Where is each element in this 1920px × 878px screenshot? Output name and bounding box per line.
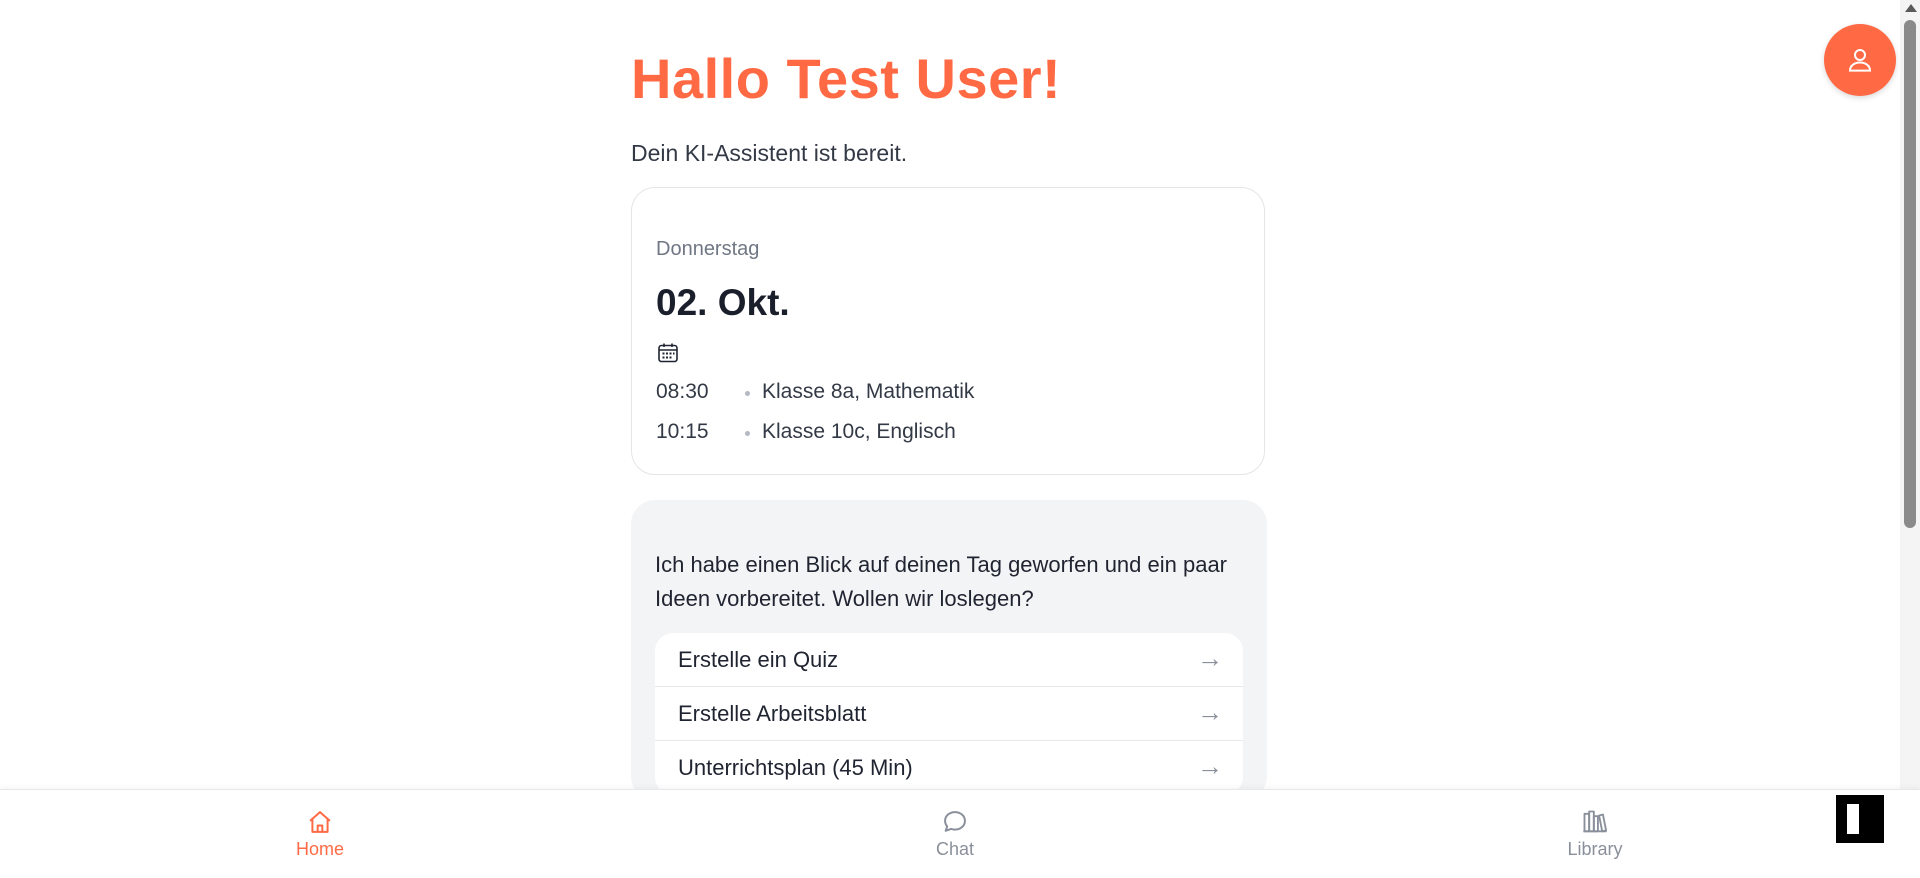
nav-home-label: Home xyxy=(295,839,344,859)
arrow-right-icon: → xyxy=(1197,697,1223,727)
day-overview-card: Donnerstag 02. Okt. 08:30 Klasse 8a, Mat… xyxy=(631,187,1265,475)
schedule-list: 08:30 Klasse 8a, Mathematik 10:15 Klasse… xyxy=(656,380,1236,460)
vertical-scrollbar[interactable] xyxy=(1900,0,1920,790)
action-label: Unterrichtsplan (45 Min) xyxy=(678,755,913,780)
nav-chat[interactable]: Chat xyxy=(895,808,1015,860)
action-create-quiz[interactable]: Erstelle ein Quiz → xyxy=(655,633,1243,687)
action-label: Erstelle ein Quiz xyxy=(678,647,839,672)
bullet-dot xyxy=(745,431,750,436)
home-screen: Hallo Test User! Dein KI-Assistent ist b… xyxy=(0,0,1920,878)
user-icon xyxy=(1848,49,1872,72)
schedule-item: 08:30 Klasse 8a, Mathematik xyxy=(656,380,1236,420)
arrow-right-icon: → xyxy=(1197,643,1223,673)
chat-bubble-icon xyxy=(944,811,966,832)
home-icon xyxy=(309,811,331,833)
greeting-title: Hallo Test User! xyxy=(631,47,1062,110)
date-label: 02. Okt. xyxy=(656,282,790,323)
action-label: Erstelle Arbeitsblatt xyxy=(678,701,867,726)
library-books-icon xyxy=(1583,810,1608,833)
schedule-class: Klasse 10c, Englisch xyxy=(762,420,956,443)
scroll-thumb[interactable] xyxy=(1904,20,1916,528)
schedule-time: 10:15 xyxy=(656,420,709,443)
arrow-right-icon: → xyxy=(1197,751,1223,781)
assistant-message: Ich habe einen Blick auf deinen Tag gewo… xyxy=(655,552,1228,611)
schedule-time: 08:30 xyxy=(656,380,709,403)
profile-button[interactable] xyxy=(1824,24,1896,96)
nav-chat-label: Chat xyxy=(935,839,975,859)
schedule-item: 10:15 Klasse 10c, Englisch xyxy=(656,420,1236,460)
action-lesson-plan[interactable]: Unterrichtsplan (45 Min) → xyxy=(655,741,1243,795)
widget-bar-icon xyxy=(1847,804,1859,834)
assistant-status-text: Dein KI-Assistent ist bereit. xyxy=(631,140,908,166)
overlay-widget[interactable] xyxy=(1836,795,1884,843)
calendar-icon xyxy=(656,341,680,365)
schedule-class: Klasse 8a, Mathematik xyxy=(762,380,975,403)
action-create-worksheet[interactable]: Erstelle Arbeitsblatt → xyxy=(655,687,1243,741)
bullet-dot xyxy=(745,391,750,396)
bottom-navigation: Home Chat Library xyxy=(0,789,1920,878)
weekday-label: Donnerstag xyxy=(656,238,760,260)
assistant-suggestions-card: Ich habe einen Blick auf deinen Tag gewo… xyxy=(631,500,1267,800)
nav-library-label: Library xyxy=(1567,839,1623,859)
nav-library[interactable]: Library xyxy=(1535,808,1655,860)
nav-home[interactable]: Home xyxy=(260,808,380,860)
scroll-up-arrow-icon[interactable] xyxy=(1905,4,1917,12)
suggested-actions-list: Erstelle ein Quiz → Erstelle Arbeitsblat… xyxy=(655,633,1243,795)
